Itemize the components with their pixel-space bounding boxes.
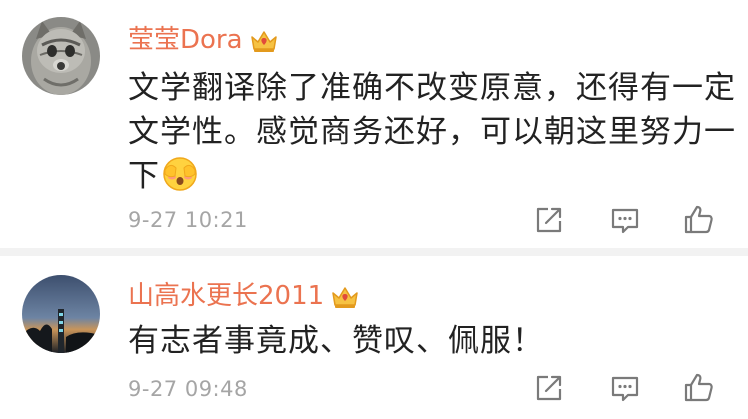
avatar[interactable] xyxy=(22,17,100,95)
timestamp: 9-27 10:21 xyxy=(128,208,248,232)
comment-actions xyxy=(532,371,722,405)
crown-vip-icon xyxy=(250,30,277,52)
crown-vip-icon xyxy=(332,286,358,308)
comment-actions xyxy=(532,203,722,237)
comment-content: 文学翻译除了准确不改变原意，还得有一定 文学性。感觉商务还好，可以朝这里努力一 … xyxy=(128,66,736,198)
comment-line-last: 下 xyxy=(128,154,728,198)
username-text[interactable]: 山高水更长2011 xyxy=(128,281,324,311)
comment-line-text: 下 xyxy=(128,158,160,194)
timestamp: 9-27 09:48 xyxy=(128,377,248,401)
share-icon xyxy=(536,207,562,233)
share-icon xyxy=(536,375,562,401)
comment-item: 山高水更长2011 有志者事竟成、赞叹、佩服！ 9-27 09:48 xyxy=(0,256,748,419)
username-text[interactable]: 莹莹Dora xyxy=(128,25,243,55)
like-icon xyxy=(684,373,713,402)
like-icon xyxy=(684,205,713,234)
comment-icon xyxy=(611,208,639,234)
comment-divider xyxy=(0,248,748,256)
comment-button[interactable] xyxy=(608,203,642,237)
comment-icon xyxy=(611,376,639,402)
comment-line: 文学翻译除了准确不改变原意，还得有一定 xyxy=(128,70,736,106)
comment-line: 文学性。感觉商务还好，可以朝这里努力一 xyxy=(128,114,736,150)
like-button[interactable] xyxy=(682,371,716,405)
like-button[interactable] xyxy=(682,203,716,237)
shy-face-emoji-icon xyxy=(163,157,197,191)
avatar[interactable] xyxy=(22,275,100,353)
share-button[interactable] xyxy=(532,203,566,237)
comment-content: 有志者事竟成、赞叹、佩服！ xyxy=(128,319,728,363)
comment-item: 莹莹Dora 文学翻译除了准确不改变原意，还得有一定 文学性。感觉商务还好，可以… xyxy=(0,0,748,248)
username[interactable]: 山高水更长2011 xyxy=(128,279,360,313)
username[interactable]: 莹莹Dora xyxy=(128,23,279,57)
comment-line: 有志者事竟成、赞叹、佩服！ xyxy=(128,323,544,359)
share-button[interactable] xyxy=(532,371,566,405)
comment-button[interactable] xyxy=(608,371,642,405)
